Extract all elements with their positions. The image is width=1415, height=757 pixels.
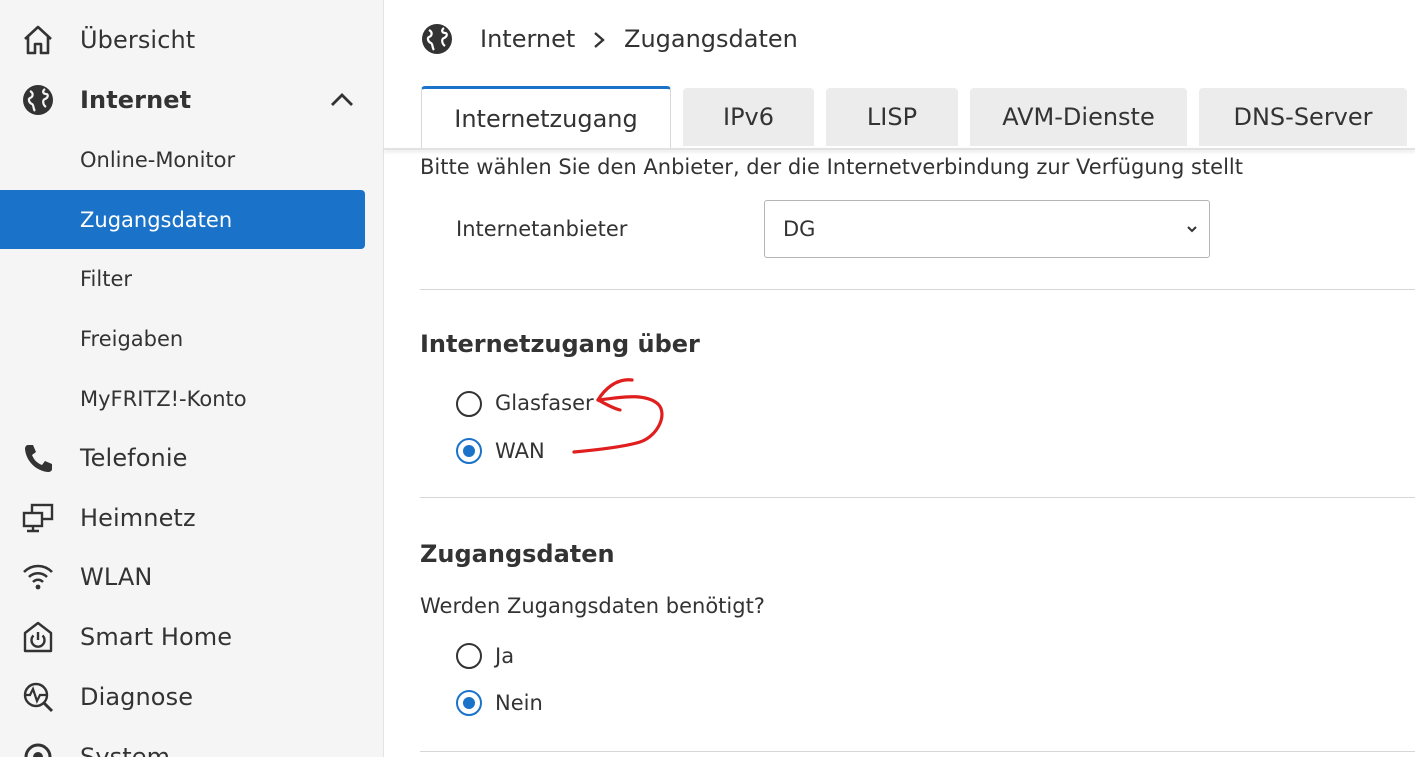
chevron-up-icon[interactable] xyxy=(328,86,356,114)
tab-divider xyxy=(384,148,1415,150)
red-arrow-annotation xyxy=(572,378,664,454)
sidebar-item-online-monitor[interactable]: Online-Monitor xyxy=(0,130,365,189)
sidebar-item-label: Diagnose xyxy=(80,683,194,711)
chevron-down-icon xyxy=(1187,226,1197,233)
tab-internetzugang[interactable]: Internetzugang xyxy=(421,86,671,148)
sidebar-item-label: Heimnetz xyxy=(80,504,196,532)
radio-label-wan[interactable]: WAN xyxy=(495,439,545,463)
divider xyxy=(420,497,1415,498)
radio-nein[interactable] xyxy=(456,690,482,716)
network-icon xyxy=(20,500,56,536)
provider-select[interactable]: DG xyxy=(764,200,1210,258)
divider xyxy=(420,751,1415,752)
sidebar-item-label: Internet xyxy=(80,86,192,114)
sidebar-item-label: System xyxy=(80,743,171,757)
sidebar-item-heimnetz[interactable]: Heimnetz xyxy=(0,488,383,548)
sidebar-item-internet[interactable]: Internet xyxy=(0,70,383,130)
radio-wan[interactable] xyxy=(456,438,482,464)
sidebar-item-label: Filter xyxy=(80,266,133,291)
sidebar-item-freigaben[interactable]: Freigaben xyxy=(0,309,365,368)
sidebar-item-label: Freigaben xyxy=(80,326,184,351)
breadcrumb-item-internet[interactable]: Internet xyxy=(480,25,575,53)
tab-ipv6[interactable]: IPv6 xyxy=(683,88,814,146)
sidebar-item-label: Smart Home xyxy=(80,623,233,651)
diagnose-icon xyxy=(20,679,56,715)
home-icon xyxy=(20,22,56,58)
provider-label: Internetanbieter xyxy=(456,217,628,241)
sidebar-item-label: Zugangsdaten xyxy=(80,207,233,232)
tab-dns-server[interactable]: DNS-Server xyxy=(1199,88,1407,146)
sidebar-item-zugangsdaten[interactable]: Zugangsdaten xyxy=(0,190,365,249)
radio-label-nein[interactable]: Nein xyxy=(495,691,543,715)
system-icon xyxy=(20,739,56,757)
sidebar-item-diagnose[interactable]: Diagnose xyxy=(0,667,383,727)
divider xyxy=(420,289,1415,290)
provider-instruction: Bitte wählen Sie den Anbieter, der die I… xyxy=(420,155,1243,179)
sidebar: Übersicht Internet Online-Monitor Zugang… xyxy=(0,0,384,757)
sidebar-item-label: Online-Monitor xyxy=(80,147,236,172)
radio-glasfaser[interactable] xyxy=(456,391,482,417)
radio-ja[interactable] xyxy=(456,643,482,669)
smart-home-icon xyxy=(20,619,56,655)
radio-label-ja[interactable]: Ja xyxy=(495,644,514,668)
section-heading-zugangsdaten: Zugangsdaten xyxy=(420,540,615,568)
globe-icon xyxy=(422,24,452,54)
credentials-question: Werden Zugangsdaten benötigt? xyxy=(420,594,765,618)
tab-bar: Internetzugang IPv6 LISP AVM-Dienste DNS… xyxy=(384,86,1415,150)
provider-select-value: DG xyxy=(783,217,816,241)
tab-lisp[interactable]: LISP xyxy=(826,88,958,146)
sidebar-item-filter[interactable]: Filter xyxy=(0,249,365,308)
sidebar-item-system[interactable]: System xyxy=(0,727,383,757)
breadcrumb: Internet Zugangsdaten xyxy=(384,0,1415,84)
sidebar-item-label: Telefonie xyxy=(80,444,188,472)
sidebar-item-wlan[interactable]: WLAN xyxy=(0,547,383,607)
sidebar-item-uebersicht[interactable]: Übersicht xyxy=(0,10,383,70)
wifi-icon xyxy=(20,559,56,595)
sidebar-item-label: WLAN xyxy=(80,563,153,591)
tab-avm-dienste[interactable]: AVM-Dienste xyxy=(970,88,1187,146)
section-heading-internetzugang-ueber: Internetzugang über xyxy=(420,330,700,358)
sidebar-item-label: MyFRITZ!-Konto xyxy=(80,386,247,411)
phone-icon xyxy=(20,440,56,476)
sidebar-item-label: Übersicht xyxy=(80,26,196,54)
sidebar-item-telefonie[interactable]: Telefonie xyxy=(0,428,383,488)
globe-icon xyxy=(20,82,56,118)
breadcrumb-item-zugangsdaten: Zugangsdaten xyxy=(624,25,798,53)
sidebar-item-myfritz-konto[interactable]: MyFRITZ!-Konto xyxy=(0,369,365,428)
sidebar-item-smart-home[interactable]: Smart Home xyxy=(0,607,383,667)
chevron-right-icon xyxy=(594,32,605,48)
